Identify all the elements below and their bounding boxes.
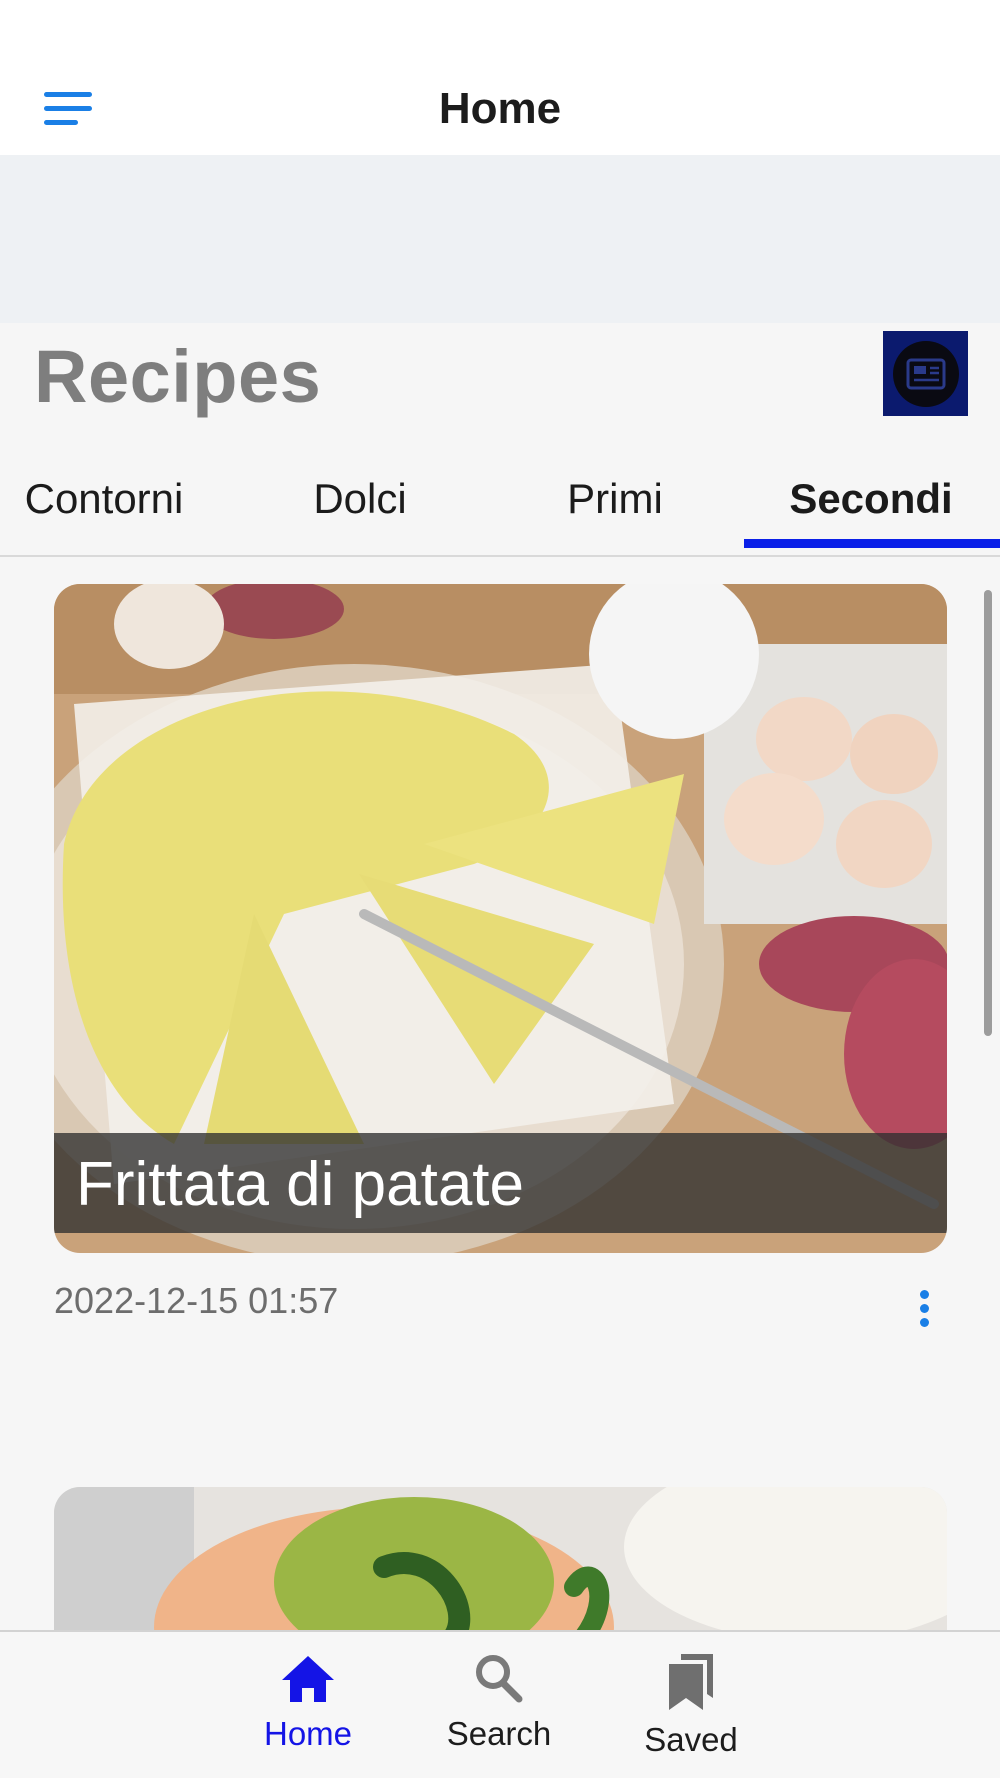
content-scrollbar[interactable] <box>984 590 992 1036</box>
nav-saved-label: Saved <box>644 1721 738 1758</box>
home-icon <box>280 1656 336 1710</box>
recipe-title: Frittata di patate <box>76 1150 525 1219</box>
tab-primi[interactable]: Primi <box>490 475 740 523</box>
ad-banner <box>0 155 1000 323</box>
page-title: Home <box>438 84 562 133</box>
bookmarks-icon <box>663 1654 719 1716</box>
section-title: Recipes <box>34 335 322 418</box>
nav-search-label: Search <box>446 1715 552 1752</box>
recipe-date: 2022-12-15 01:57 <box>54 1280 339 1321</box>
news-feed-button[interactable] <box>883 331 968 416</box>
top-app-bar: Home <box>0 0 1000 155</box>
more-options-icon[interactable] <box>912 1290 938 1334</box>
nav-saved[interactable]: Saved <box>611 1652 771 1759</box>
nav-search[interactable]: Search <box>419 1652 579 1753</box>
tab-secondi[interactable]: Secondi <box>746 475 996 523</box>
recipe-card[interactable]: Frittata di patate <box>54 584 947 1253</box>
recipe-title-overlay: Frittata di patate <box>54 1133 947 1233</box>
tab-contorni[interactable]: Contorni <box>0 475 229 523</box>
active-tab-indicator <box>744 539 1000 548</box>
nav-home-label: Home <box>263 1715 353 1752</box>
search-icon <box>471 1655 527 1710</box>
category-tabs: Contorni Dolci Primi Secondi <box>0 450 1000 557</box>
nav-home[interactable]: Home <box>228 1652 388 1753</box>
app-screen: Home Recipes Contorni Dolci Primi Second… <box>0 0 1000 1778</box>
tab-dolci[interactable]: Dolci <box>235 475 485 523</box>
bottom-navigation: Home Search Saved <box>0 1630 1000 1778</box>
newspaper-icon <box>892 340 959 407</box>
